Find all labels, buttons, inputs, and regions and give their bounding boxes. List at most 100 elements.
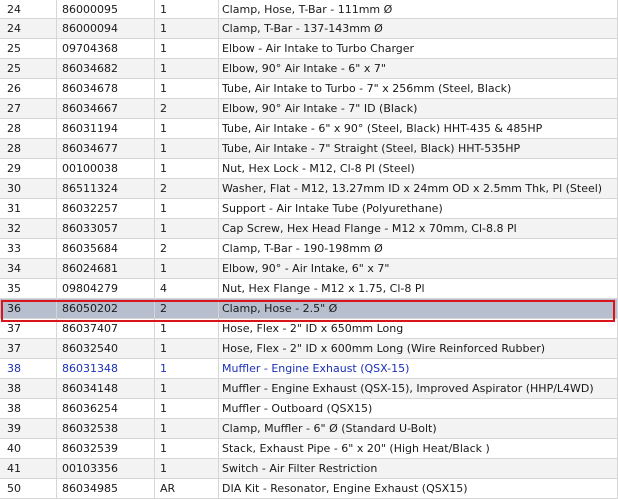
column-divider	[56, 359, 57, 378]
table-row-selected[interactable]: 36 86050202 2 Clamp, Hose - 2.5" Ø	[0, 299, 618, 319]
part-number-cell[interactable]: 86031348	[56, 359, 154, 378]
ref-number-cell: 38	[7, 402, 21, 415]
table-row[interactable]: 41 00103356 1 Switch - Air Filter Restricti…	[0, 459, 618, 479]
column-divider	[154, 259, 155, 278]
ref-number-cell: 24	[7, 22, 21, 35]
table-row[interactable]: 29 00100038 1 Nut, Hex Lock - M12, Cl-8 Pl …	[0, 159, 618, 179]
table-row[interactable]: 25 86034682 1 Elbow, 90° Air Intake - 6" x …	[0, 59, 618, 79]
part-number-cell: 86034682	[62, 62, 118, 75]
column-divider	[154, 179, 155, 198]
column-divider	[218, 459, 219, 478]
part-number-cell: 00103356	[62, 462, 118, 475]
quantity-cell: 2	[160, 302, 167, 315]
description-cell: Elbow, 90° - Air Intake, 6" x 7"	[222, 262, 390, 275]
table-row[interactable]: 26 86034678 1 Tube, Air Intake to Turbo - 7…	[0, 79, 618, 99]
column-divider	[154, 0, 155, 18]
description-cell: Clamp, Hose - 2.5" Ø	[222, 302, 338, 315]
column-divider	[154, 279, 155, 298]
column-divider	[218, 299, 219, 318]
part-number-cell: 86032540	[62, 342, 118, 355]
column-divider	[154, 219, 155, 238]
ref-number-cell: 28	[7, 142, 21, 155]
ref-number-cell: 26	[7, 82, 21, 95]
table-row[interactable]: 40 86032539 1 Stack, Exhaust Pipe - 6" x 20…	[0, 439, 618, 459]
table-row[interactable]: 50 86034985 AR DIA Kit - Resonator, Engine …	[0, 479, 618, 499]
column-divider	[218, 179, 219, 198]
description-cell: Hose, Flex - 2" ID x 650mm Long	[222, 322, 404, 335]
column-divider	[154, 459, 155, 478]
table-row[interactable]: 28 86034677 1 Tube, Air Intake - 7" Straigh…	[0, 139, 618, 159]
ref-number-cell: 30	[7, 182, 21, 195]
column-divider	[218, 199, 219, 218]
ref-number-cell: 39	[7, 422, 21, 435]
table-row[interactable]: 38 86031348 1 Muffler - Engine Exhaust (QSX…	[0, 359, 618, 379]
column-divider	[154, 119, 155, 138]
column-divider	[218, 319, 219, 338]
column-divider	[56, 179, 57, 198]
table-row[interactable]: 33 86035684 2 Clamp, T-Bar - 190-198mm Ø	[0, 239, 618, 259]
description-cell: Elbow, 90° Air Intake - 7" ID (Black)	[222, 102, 418, 115]
table-row[interactable]: 24 86000094 1 Clamp, T-Bar - 137-143mm Ø	[0, 19, 618, 39]
column-divider	[154, 79, 155, 98]
table-row[interactable]: 25 09704368 1 Elbow - Air Intake to Turbo C…	[0, 39, 618, 59]
column-divider	[218, 19, 219, 38]
part-number-cell: 86050202	[62, 302, 118, 315]
part-number-cell: 86032257	[62, 202, 118, 215]
part-number-cell: 86000095	[62, 3, 118, 16]
column-divider	[154, 479, 155, 498]
table-row[interactable]: 34 86024681 1 Elbow, 90° - Air Intake, 6" x…	[0, 259, 618, 279]
quantity-cell: 2	[160, 182, 167, 195]
part-number-cell: 86031194	[62, 122, 118, 135]
column-divider	[56, 399, 57, 418]
quantity-cell: 1	[160, 222, 167, 235]
description-cell: Clamp, T-Bar - 190-198mm Ø	[222, 242, 383, 255]
description-cell[interactable]: Muffler - Engine Exhaust (QSX-15)	[218, 359, 618, 378]
quantity-cell: 1	[160, 322, 167, 335]
column-divider	[56, 59, 57, 78]
column-divider	[56, 459, 57, 478]
table-row[interactable]: 38 86034148 1 Muffler - Engine Exhaust (QSX…	[0, 379, 618, 399]
column-divider	[56, 379, 57, 398]
column-divider	[56, 299, 57, 318]
table-row[interactable]: 27 86034667 2 Elbow, 90° Air Intake - 7" ID…	[0, 99, 618, 119]
table-row[interactable]: 30 86511324 2 Washer, Flat - M12, 13.27mm I…	[0, 179, 618, 199]
part-number-cell: 86037407	[62, 322, 118, 335]
table-row[interactable]: 31 86032257 1 Support - Air Intake Tube (Po…	[0, 199, 618, 219]
table-row[interactable]: 37 86037407 1 Hose, Flex - 2" ID x 650mm Lo…	[0, 319, 618, 339]
description-cell: Nut, Hex Lock - M12, Cl-8 Pl (Steel)	[222, 162, 415, 175]
column-divider	[154, 19, 155, 38]
quantity-cell: 2	[160, 102, 167, 115]
column-divider	[218, 119, 219, 138]
column-divider	[56, 139, 57, 158]
table-row[interactable]: 39 86032538 1 Clamp, Muffler - 6" Ø (Standa…	[0, 419, 618, 439]
column-divider	[154, 439, 155, 458]
table-row[interactable]: 38 86036254 1 Muffler - Outboard (QSX15)	[0, 399, 618, 419]
part-number-cell: 86034148	[62, 382, 118, 395]
table-row[interactable]: 24 86000095 1 Clamp, Hose, T-Bar - 111mm Ø	[0, 0, 618, 19]
ref-number-cell[interactable]: 38	[0, 359, 56, 378]
table-row[interactable]: 28 86031194 1 Tube, Air Intake - 6" x 90° (…	[0, 119, 618, 139]
column-divider	[56, 79, 57, 98]
table-row[interactable]: 37 86032540 1 Hose, Flex - 2" ID x 600mm Lo…	[0, 339, 618, 359]
quantity-cell[interactable]: 1	[154, 359, 218, 378]
column-divider	[56, 239, 57, 258]
column-divider	[218, 279, 219, 298]
description-cell: Elbow, 90° Air Intake - 6" x 7"	[222, 62, 386, 75]
description-cell: Clamp, Hose, T-Bar - 111mm Ø	[222, 3, 393, 16]
column-divider	[56, 99, 57, 118]
column-divider	[56, 419, 57, 438]
table-row[interactable]: 35 09804279 4 Nut, Hex Flange - M12 x 1.75,…	[0, 279, 618, 299]
table-row[interactable]: 32 86033057 1 Cap Screw, Hex Head Flange - …	[0, 219, 618, 239]
description-cell: Clamp, Muffler - 6" Ø (Standard U-Bolt)	[222, 422, 437, 435]
column-divider	[218, 99, 219, 118]
column-divider	[218, 39, 219, 58]
part-number-cell: 86000094	[62, 22, 118, 35]
ref-number-cell: 41	[7, 462, 21, 475]
column-divider	[56, 159, 57, 178]
column-divider	[154, 39, 155, 58]
quantity-cell: 1	[160, 162, 167, 175]
part-number-cell: 86511324	[62, 182, 118, 195]
ref-number-cell: 40	[7, 442, 21, 455]
column-divider	[154, 139, 155, 158]
parts-table: 24 86000095 1 Clamp, Hose, T-Bar - 111mm Ø2…	[0, 0, 618, 499]
